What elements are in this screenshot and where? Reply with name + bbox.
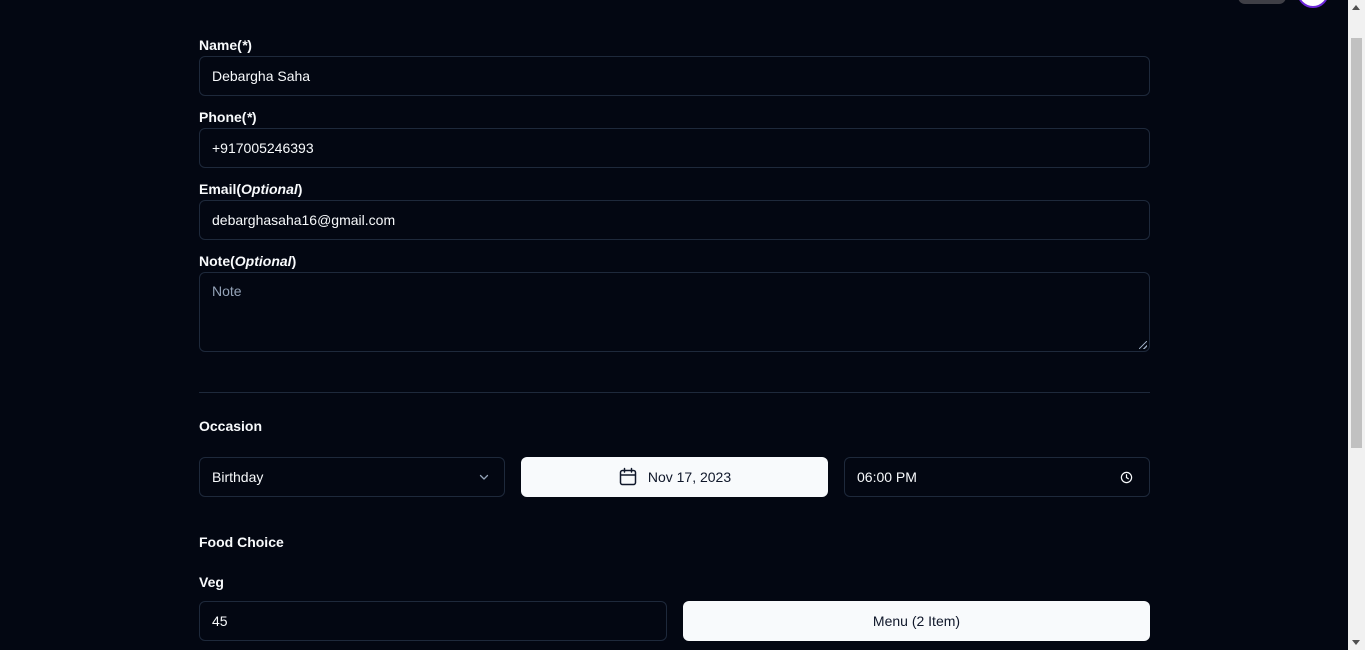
booking-page: Name(*) Debargha Saha Phone(*) +91700524… — [0, 0, 1365, 650]
avatar[interactable] — [1297, 0, 1329, 8]
section-divider — [199, 392, 1150, 393]
note-textarea[interactable]: Note — [199, 272, 1150, 352]
occasion-selected-value: Birthday — [212, 469, 264, 485]
veg-label: Veg — [199, 574, 224, 590]
date-picker-button[interactable]: Nov 17, 2023 — [521, 457, 828, 497]
scrollbar-thumb[interactable] — [1351, 38, 1362, 448]
phone-input[interactable]: +917005246393 — [199, 128, 1150, 168]
scroll-up-arrow[interactable] — [1352, 5, 1360, 10]
food-choice-title: Food Choice — [199, 534, 284, 550]
calendar-icon — [619, 467, 637, 486]
chevron-down-icon — [479, 474, 489, 480]
veg-count-input[interactable]: 45 — [199, 601, 667, 641]
occasion-select[interactable]: Birthday — [199, 457, 505, 497]
time-value: 06:00 PM — [857, 469, 917, 485]
occasion-title: Occasion — [199, 418, 263, 434]
clock-icon[interactable] — [1120, 471, 1133, 484]
note-label: Note(Optional) — [199, 253, 297, 269]
menu-button[interactable]: Menu (2 Item) — [683, 601, 1150, 641]
scroll-down-arrow[interactable] — [1352, 640, 1360, 645]
email-input[interactable]: debarghasaha16@gmail.com — [199, 200, 1150, 240]
scrollbar[interactable] — [1348, 0, 1365, 650]
time-input[interactable]: 06:00 PM — [844, 457, 1150, 497]
phone-label: Phone(*) — [199, 109, 257, 125]
date-value: Nov 17, 2023 — [647, 469, 732, 485]
name-label: Name(*) — [199, 37, 252, 53]
name-input[interactable]: Debargha Saha — [199, 56, 1150, 96]
note-placeholder: Note — [212, 283, 242, 299]
resize-handle[interactable] — [1139, 341, 1147, 349]
email-label: Email(Optional) — [199, 181, 303, 197]
theme-toggle[interactable] — [1238, 0, 1286, 4]
